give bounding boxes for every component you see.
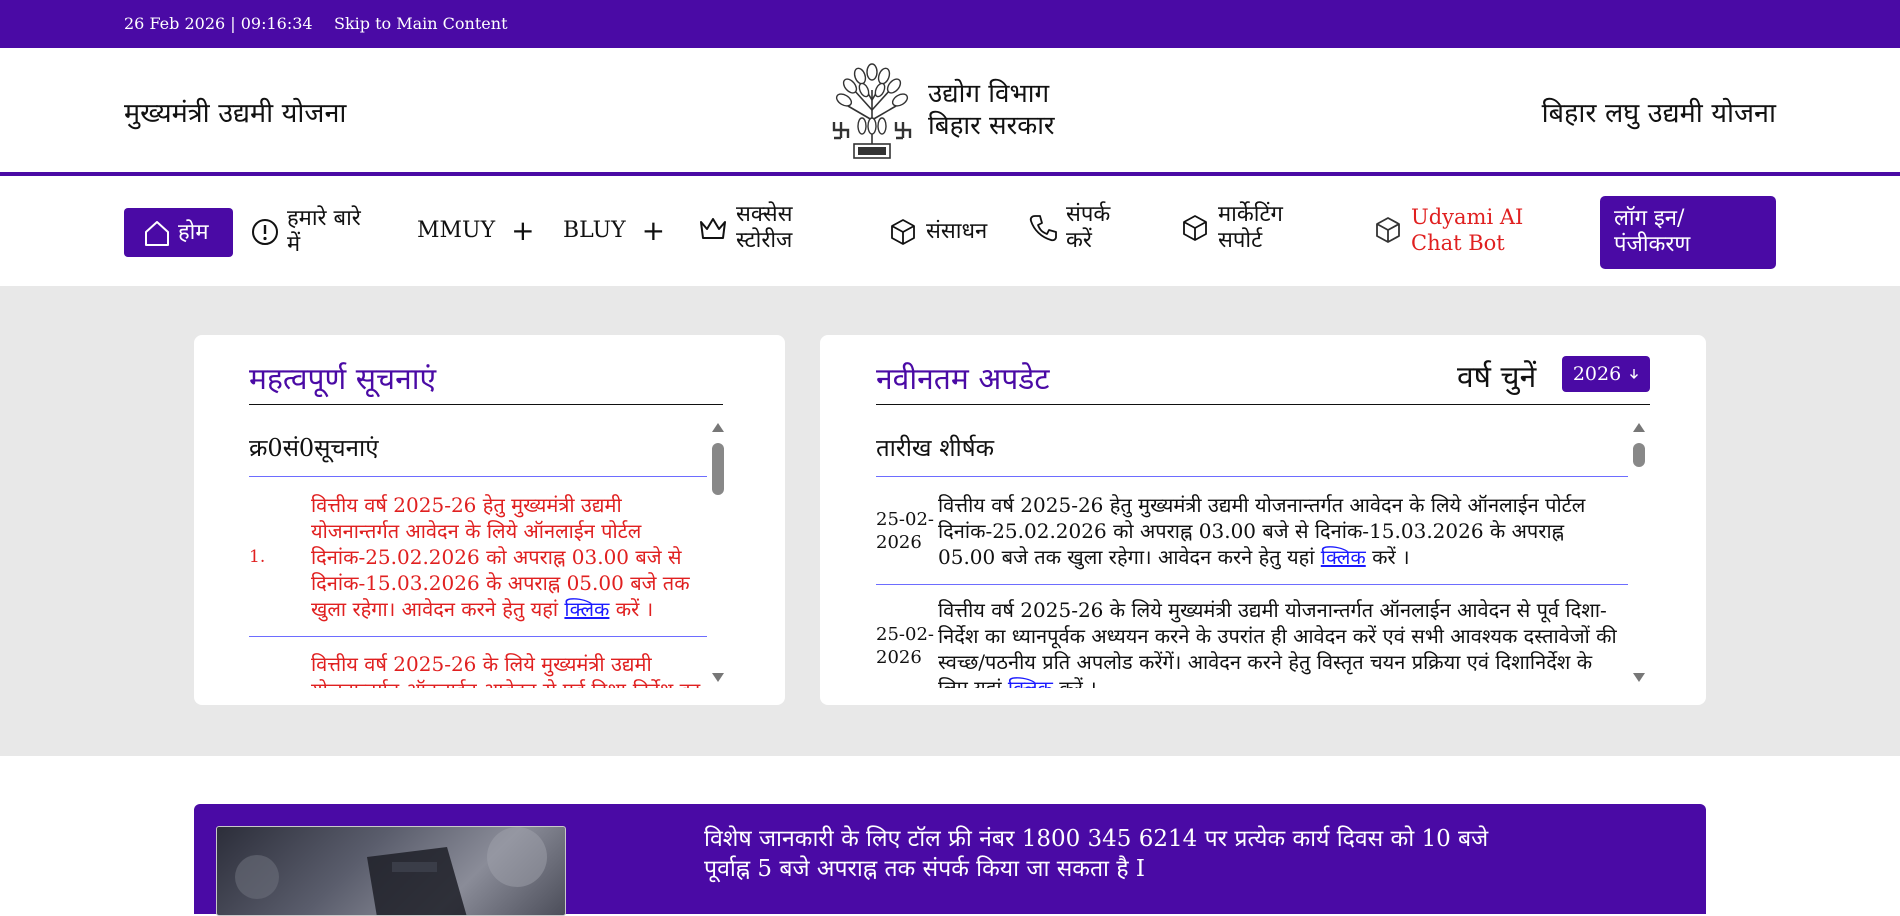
nav-resources[interactable]: संसाधन (888, 217, 987, 247)
update-row: 25-02-2026 वित्तीय वर्ष 2025-26 के लिये … (876, 584, 1628, 688)
nav-about-label: हमारे बारे में (287, 206, 361, 257)
nav-chatbot-label: Udyami AI Chat Bot (1411, 205, 1524, 255)
nav-about[interactable]: हमारे बारे में (251, 206, 371, 258)
scroll-thumb[interactable] (1633, 443, 1645, 467)
top-bar: 26 Feb 2026 | 09:16:34 Skip to Main Cont… (0, 0, 1900, 48)
update-date: 25-02-2026 (876, 624, 934, 668)
notice-row: 1. वित्तीय वर्ष 2025-26 हेतु मुख्यमंत्री… (249, 476, 707, 636)
notice-row: 2. वित्तीय वर्ष 2025-26 के लिये मुख्यमंत… (249, 636, 707, 688)
notice-suffix: करें । (609, 596, 654, 621)
update-body: वित्तीय वर्ष 2025-26 हेतु मुख्यमंत्री उद… (938, 492, 1586, 569)
department-name: उद्योग विभाग बिहार सरकार (928, 78, 1055, 142)
cube-icon (891, 219, 915, 245)
main-nav: होम हमारे बारे में MMUY + BLUY + सक्सेस … (0, 180, 1900, 286)
latest-updates-card: नवीनतम अपडेट वर्ष चुनें 2026 तारीख शीर्ष… (820, 335, 1706, 705)
mmuy-title-link[interactable]: मुख्यमंत्री उद्यमी योजना (124, 93, 346, 130)
helpline-text: विशेष जानकारी के लिए टॉल फ्री नंबर 1800 … (704, 826, 1489, 882)
year-select[interactable]: 2026 (1562, 356, 1650, 392)
updates-column-header: तारीख शीर्षक (876, 434, 995, 462)
important-notices-card: महत्वपूर्ण सूचनाएं क्र0सं0सूचनाएं 1. वित… (194, 335, 785, 705)
updates-title-rule (876, 404, 1650, 405)
nav-marketing-support[interactable]: मार्केटिंग सपोर्ट (1180, 202, 1310, 254)
updates-scrollbar[interactable] (1632, 423, 1646, 682)
scroll-down-arrow[interactable] (712, 673, 724, 682)
nav-bluy[interactable]: BLUY + (563, 214, 666, 247)
bluy-plus-icon: + (641, 214, 666, 247)
update-click-link[interactable]: क्लिक (1321, 545, 1366, 569)
nav-marketing-label: मार्केटिंग सपोर्ट (1218, 202, 1283, 253)
update-text: वित्तीय वर्ष 2025-26 हेतु मुख्यमंत्री उद… (938, 492, 1626, 570)
site-header: मुख्यमंत्री उद्यमी योजना उद्योग विभाग बि… (0, 48, 1900, 176)
update-suffix: करें । (1365, 544, 1410, 569)
notices-column-header: क्र0सं0सूचनाएं (249, 434, 379, 462)
notice-click-link[interactable]: क्लिक (564, 597, 609, 621)
update-suffix: करें । (1052, 676, 1097, 688)
phone-icon (1029, 215, 1057, 242)
dept-line-1: उद्योग विभाग (928, 79, 1050, 109)
nav-bluy-label: BLUY (563, 218, 626, 243)
update-body: वित्तीय वर्ष 2025-26 के लिये मुख्यमंत्री… (938, 598, 1617, 688)
datetime: 26 Feb 2026 | 09:16:34 (124, 14, 313, 33)
mmuy-plus-icon: + (511, 214, 535, 247)
nav-success-label: सक्सेस स्टोरीज (736, 202, 793, 253)
notices-list[interactable]: 1. वित्तीय वर्ष 2025-26 हेतु मुख्यमंत्री… (249, 476, 707, 688)
bluy-title-link[interactable]: बिहार लघु उद्यमी योजना (1542, 93, 1776, 130)
dept-line-2: बिहार सरकार (928, 111, 1055, 141)
notice-text: वित्तीय वर्ष 2025-26 हेतु मुख्यमंत्री उद… (311, 492, 707, 622)
notices-section: महत्वपूर्ण सूचनाएं क्र0सं0सूचनाएं 1. वित… (0, 286, 1900, 756)
scroll-up-arrow[interactable] (712, 423, 724, 432)
telephone-image (235, 827, 547, 915)
nav-contact-label: संपर्क करें (1066, 202, 1111, 253)
nav-resources-label: संसाधन (926, 219, 988, 244)
crown-icon (700, 218, 726, 239)
helpline-photo (216, 826, 566, 916)
update-click-link[interactable]: क्लिक (1008, 676, 1053, 688)
nav-mmuy-label: MMUY (417, 218, 496, 243)
scroll-up-arrow[interactable] (1633, 423, 1645, 432)
updates-list[interactable]: 25-02-2026 वित्तीय वर्ष 2025-26 हेतु मुख… (876, 476, 1628, 688)
updates-title: नवीनतम अपडेट (876, 362, 1050, 397)
scroll-thumb[interactable] (712, 443, 724, 495)
arrow-down-icon (1630, 369, 1639, 379)
helpline-banner: विशेष जानकारी के लिए टॉल फ्री नंबर 1800 … (194, 804, 1706, 916)
login-register-button[interactable]: लॉग इन/ पंजीकरण (1600, 196, 1776, 269)
cube-icon (1183, 215, 1207, 241)
emblem-logo (832, 63, 912, 159)
update-date: 25-02-2026 (876, 508, 934, 553)
notices-title-rule (249, 404, 723, 405)
notices-title: महत्वपूर्ण सूचनाएं (249, 362, 437, 397)
notices-scrollbar[interactable] (711, 423, 725, 682)
year-value: 2026 (1572, 363, 1622, 385)
nav-contact[interactable]: संपर्क करें (1028, 202, 1118, 254)
update-row: 25-02-2026 वित्तीय वर्ष 2025-26 हेतु मुख… (876, 476, 1628, 584)
notice-text: वित्तीय वर्ष 2025-26 के लिये मुख्यमंत्री… (311, 652, 700, 688)
year-select-label: वर्ष चुनें (1457, 360, 1537, 395)
nav-home[interactable]: होम (124, 208, 233, 257)
info-circle-icon (252, 219, 278, 245)
cube-icon (1376, 217, 1400, 243)
home-icon (145, 220, 169, 246)
nav-home-label: होम (178, 219, 209, 245)
notice-number: 1. (249, 546, 266, 567)
skip-to-main-link[interactable]: Skip to Main Content (334, 14, 508, 33)
update-text: वित्तीय वर्ष 2025-26 के लिये मुख्यमंत्री… (938, 597, 1626, 688)
nav-chatbot[interactable]: Udyami AI Chat Bot (1373, 204, 1573, 256)
scroll-down-arrow[interactable] (1633, 673, 1645, 682)
nav-success-stories[interactable]: सक्सेस स्टोरीज (698, 202, 828, 254)
nav-mmuy[interactable]: MMUY + (417, 214, 535, 247)
